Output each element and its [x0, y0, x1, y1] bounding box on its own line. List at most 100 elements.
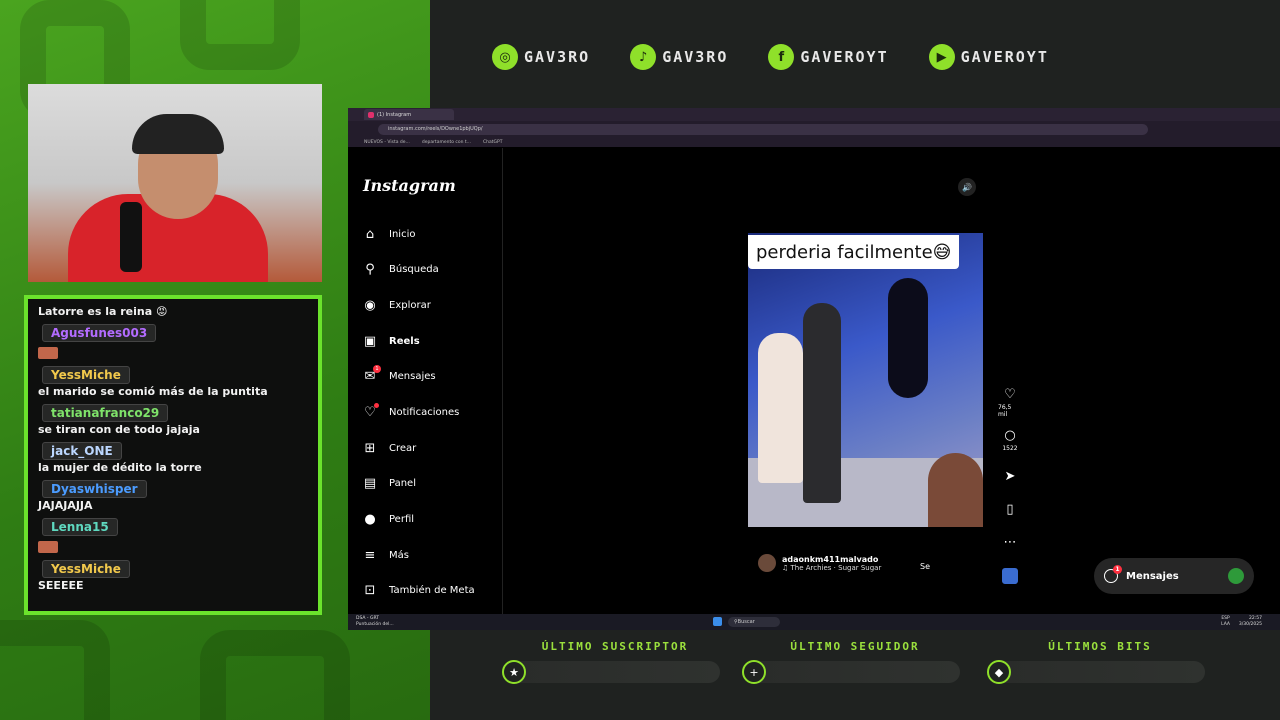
tiktok-icon: ♪ [630, 44, 657, 70]
messages-pill[interactable]: 1 Mensajes [1094, 558, 1254, 594]
chat-message: Lenna15 [36, 516, 310, 555]
social-links: ◎ GAV3RO ♪ GAV3RO f GAVEROYT ▶ GAVEROYT [492, 42, 1252, 72]
social-tiktok: ♪ GAV3RO [630, 42, 728, 72]
panel-icon: ▤ [363, 475, 377, 491]
instagram-sidebar: Instagram ⌂ Inicio ⚲ Búsqueda ◉ Explorar… [348, 148, 503, 614]
chat-username[interactable]: YessMiche [42, 366, 130, 384]
avatar[interactable] [758, 554, 776, 572]
chat-panel: Latorre es la reina 😡 Agusfunes003 YessM… [24, 295, 322, 615]
video-person [803, 303, 841, 503]
instagram-icon [368, 111, 374, 118]
chat-message: Agusfunes003 [36, 322, 310, 361]
bookmark-item[interactable]: ChatGPT [483, 140, 502, 145]
browser-window: (1) Instagram instagram.com/reels/DOwne1… [348, 108, 1280, 630]
bookmark-icon: ▯ [1006, 502, 1014, 517]
nav-notifications[interactable]: ♡ Notificaciones [362, 401, 459, 423]
notification-dot [374, 403, 379, 408]
social-handle: GAVEROYT [960, 48, 1049, 66]
speaker-icon: 🔊 [962, 182, 972, 192]
messenger-icon: 1 [1104, 565, 1122, 583]
decor-shape [200, 630, 350, 720]
language-indicator[interactable]: ESP LAA [1221, 616, 1230, 628]
chat-username[interactable]: Dyaswhisper [42, 480, 147, 498]
bookmark-item[interactable]: departamento con t... [422, 140, 471, 145]
clock-date: 3/30/2025 [1238, 622, 1262, 627]
tab-bar: (1) Instagram [348, 108, 1280, 121]
facebook-icon: f [768, 44, 795, 70]
music-icon: ♫ [782, 563, 791, 572]
weather-widget[interactable]: DSA - GRT Puntuación del... [356, 616, 394, 628]
microphone [120, 202, 142, 272]
reels-icon: ▣ [363, 333, 377, 349]
video-person [758, 333, 803, 483]
audio-thumb-button[interactable] [998, 568, 1022, 584]
taskbar-clock[interactable]: 22:57 3/30/2025 [1239, 616, 1262, 628]
audio-thumbnail [1002, 568, 1018, 584]
nav-panel[interactable]: ▤ Panel [362, 472, 416, 494]
video-person [928, 453, 983, 527]
heart-icon: ♡ [1004, 387, 1016, 402]
comment-count: 1522 [1002, 445, 1018, 452]
stat-value-bar: + [742, 660, 960, 684]
chat-username[interactable]: jack_ONE [42, 442, 122, 460]
like-button[interactable]: ♡ 76,5 mil [998, 387, 1022, 419]
nav-profile[interactable]: ● Perfil [362, 508, 414, 530]
messages-icon: ✉ 1 [362, 365, 381, 384]
chat-message: jack_ONE la mujer de dédito la torre [36, 440, 310, 475]
social-handle: GAV3RO [662, 48, 729, 66]
search-icon: ⚲ [365, 261, 375, 277]
stat-value-bar: ◆ [987, 660, 1205, 684]
nav-more[interactable]: ≡ Más [362, 544, 409, 566]
reel-video[interactable]: perderia facilmente😅 [748, 233, 983, 527]
webcam-feed [28, 84, 322, 282]
messages-badge: 1 [373, 365, 381, 373]
taskbar-search[interactable]: ⚲ Buscar [728, 617, 780, 627]
comment-button[interactable]: ○ 1522 [998, 429, 1022, 453]
weather-subtitle: Puntuación del... [356, 622, 394, 627]
chat-username[interactable]: tatianafranco29 [42, 404, 169, 422]
instagram-logo[interactable]: Instagram [363, 176, 456, 195]
nav-create[interactable]: ⊞ Crear [362, 437, 417, 459]
address-bar: instagram.com/reels/DOwne1pbjUQp/ [348, 121, 1280, 137]
nav-search[interactable]: ⚲ Búsqueda [362, 258, 439, 280]
keyboard-layout: LAA [1221, 622, 1230, 627]
nav-label: Crear [389, 442, 417, 454]
chat-text: Latorre es la reina 😡 [38, 305, 168, 318]
chat-text: JAJAJAJJA [38, 499, 93, 512]
nav-also-from-meta[interactable]: ⊡ También de Meta [362, 579, 475, 601]
share-button[interactable]: ➤ [998, 470, 1022, 484]
nav-explore[interactable]: ◉ Explorar [362, 294, 431, 316]
avatar [1228, 568, 1244, 584]
emote-image [38, 346, 58, 359]
nav-home[interactable]: ⌂ Inicio [362, 223, 416, 245]
chat-username[interactable]: Agusfunes003 [42, 324, 157, 342]
windows-taskbar: DSA - GRT Puntuación del... ⚲ Buscar ESP… [348, 614, 1280, 630]
nav-reels[interactable]: ▣ Reels [362, 330, 420, 352]
windows-start-icon[interactable] [713, 617, 722, 626]
save-button[interactable]: ▯ [998, 503, 1022, 517]
author-name[interactable]: adaonkm411malvado [782, 555, 881, 564]
social-handle: GAV3RO [524, 48, 591, 66]
reel-caption: perderia facilmente😅 [748, 235, 960, 269]
stat-last-subscriber: ÚLTIMO SUSCRIPTOR ★ [502, 640, 720, 684]
chat-message: Dyaswhisper JAJAJAJJA [36, 478, 310, 513]
nav-messages[interactable]: ✉ 1 Mensajes [362, 365, 436, 387]
nav-label: Notificaciones [389, 406, 460, 418]
taskbar-search-label: Buscar [737, 619, 755, 625]
url-input[interactable]: instagram.com/reels/DOwne1pbjUQp/ [378, 123, 1148, 135]
song-info[interactable]: ♫ The Archies · Sugar Sugar [782, 564, 881, 572]
social-handle: GAVEROYT [800, 48, 889, 66]
chat-username[interactable]: YessMiche [42, 560, 130, 578]
chat-username[interactable]: Lenna15 [42, 518, 118, 536]
create-icon: ⊞ [364, 440, 376, 456]
tab-instagram[interactable]: (1) Instagram [364, 109, 454, 120]
stat-title: ÚLTIMO SEGUIDOR [790, 640, 920, 653]
bookmark-item[interactable]: NUEVOS - Vista de... [364, 140, 410, 145]
stat-last-bits: ÚLTIMOS BITS ◆ [987, 640, 1205, 684]
mute-button[interactable]: 🔊 [958, 178, 976, 196]
more-options-button[interactable]: ⋯ [998, 536, 1022, 550]
star-icon: ★ [502, 660, 526, 684]
streamer-cap [132, 114, 224, 154]
profile-icon: ● [364, 511, 376, 527]
follow-button[interactable]: Se [920, 562, 930, 571]
